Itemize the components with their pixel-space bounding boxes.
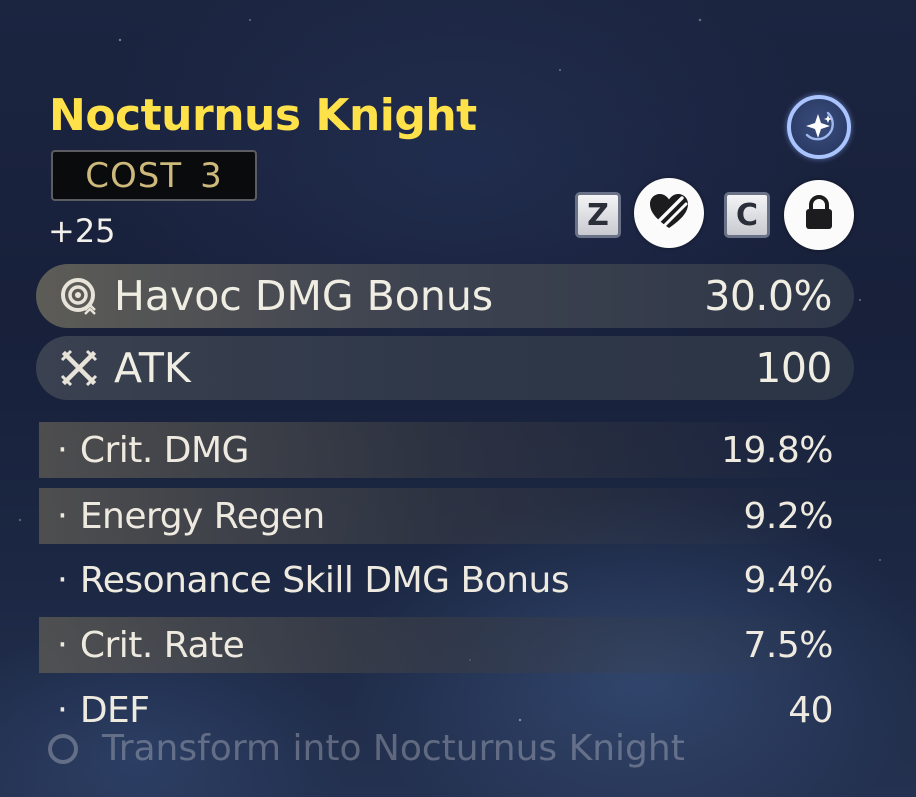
lock-button[interactable] bbox=[784, 180, 854, 250]
sub-stat-label: Resonance Skill DMG Bonus bbox=[79, 559, 570, 601]
sub-stat-label: DEF bbox=[79, 689, 150, 731]
sub-stat-label: Crit. DMG bbox=[79, 429, 250, 471]
ring-icon bbox=[48, 733, 78, 764]
skill-preview: Transform into Nocturnus Knight bbox=[48, 728, 685, 769]
havoc-icon bbox=[58, 275, 100, 317]
lock-hotkey: C bbox=[724, 192, 770, 238]
sub-stat-row: · Crit. Rate 7.5% bbox=[39, 617, 834, 673]
sub-stat-bullet: · bbox=[57, 430, 68, 470]
sub-stat-value: 7.5% bbox=[743, 624, 834, 666]
cost-badge: COST 3 bbox=[51, 150, 257, 201]
lock-icon bbox=[803, 195, 835, 235]
main-stat-value: 100 bbox=[755, 344, 832, 392]
main-stat-label: Havoc DMG Bonus bbox=[114, 272, 494, 320]
echo-level: +25 bbox=[48, 212, 116, 250]
sub-stat-value: 19.8% bbox=[721, 429, 833, 471]
sub-stat-value: 9.4% bbox=[743, 559, 834, 601]
crossed-swords-icon bbox=[58, 347, 100, 389]
discard-button[interactable] bbox=[634, 178, 704, 248]
sub-stat-bullet: · bbox=[57, 690, 68, 730]
sub-stat-row: · Energy Regen 9.2% bbox=[39, 488, 834, 544]
cost-value: 3 bbox=[200, 155, 223, 196]
cost-label: COST bbox=[85, 155, 183, 196]
sub-stat-value: 9.2% bbox=[743, 495, 834, 537]
sub-stat-row: · Crit. DMG 19.8% bbox=[39, 422, 833, 478]
main-stat-value: 30.0% bbox=[704, 272, 832, 320]
sub-stat-label: Crit. Rate bbox=[79, 624, 245, 666]
sub-stat-row: · Resonance Skill DMG Bonus 9.4% bbox=[39, 552, 834, 608]
sub-stat-bullet: · bbox=[57, 560, 68, 600]
heart-slash-icon bbox=[648, 192, 690, 234]
echo-name: Nocturnus Knight bbox=[49, 90, 477, 141]
sub-stat-bullet: · bbox=[57, 496, 68, 536]
main-stat-row: ATK 100 bbox=[36, 336, 854, 400]
discard-hotkey: Z bbox=[575, 192, 621, 238]
main-stat-label: ATK bbox=[114, 344, 191, 392]
sparkle-icon[interactable] bbox=[787, 95, 851, 159]
skill-preview-text: Transform into Nocturnus Knight bbox=[102, 728, 685, 769]
sub-stat-label: Energy Regen bbox=[79, 495, 325, 537]
sub-stat-value: 40 bbox=[788, 689, 833, 731]
main-stat-row: Havoc DMG Bonus 30.0% bbox=[36, 264, 854, 328]
sub-stat-bullet: · bbox=[57, 625, 68, 665]
